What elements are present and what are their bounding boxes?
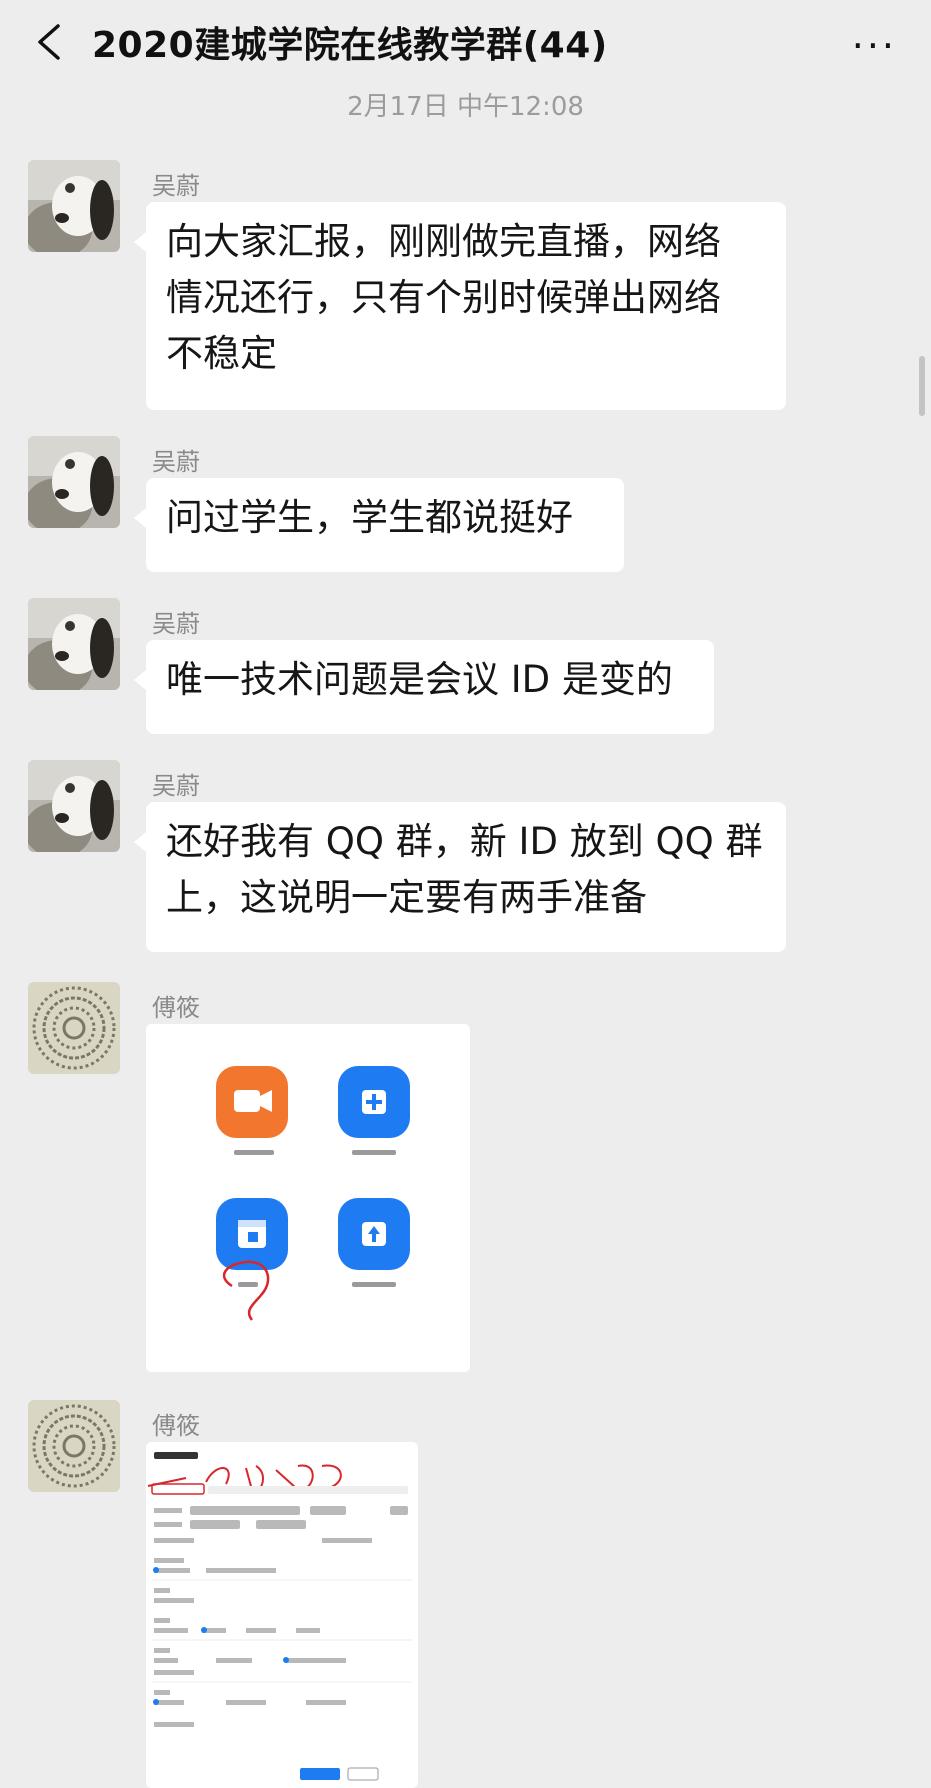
message-text: 情况还行，只有个别时候弹出网络 <box>166 276 721 319</box>
image-message[interactable] <box>146 1442 418 1788</box>
back-arrow-icon[interactable] <box>30 20 70 64</box>
message-bubble[interactable]: 向大家汇报，刚刚做完直播，网络 情况还行，只有个别时候弹出网络 不稳定 <box>134 202 786 410</box>
schedule-meeting-form-image <box>146 1442 418 1788</box>
avatar[interactable] <box>28 760 120 852</box>
chat-title: 2020建城学院在线教学群(44) <box>92 25 608 66</box>
message-text: 不稳定 <box>166 332 277 375</box>
dog-avatar-icon <box>28 598 120 690</box>
message-text: 还好我有 QQ 群，新 ID 放到 QQ 群 <box>166 820 763 863</box>
message-text: 向大家汇报，刚刚做完直播，网络 <box>166 220 721 263</box>
sender-name: 吴蔚 <box>152 610 200 638</box>
avatar[interactable] <box>28 982 120 1074</box>
dog-avatar-icon <box>28 160 120 252</box>
dog-avatar-icon <box>28 436 120 528</box>
more-options-icon[interactable]: ··· <box>852 24 897 68</box>
message-timestamp: 2月17日 中午12:08 <box>347 92 584 122</box>
scrollbar[interactable] <box>919 356 925 416</box>
sender-name: 吴蔚 <box>152 448 200 476</box>
sender-name: 傅筱 <box>152 1412 200 1440</box>
message-bubble[interactable]: 唯一技术问题是会议 ID 是变的 <box>134 640 714 734</box>
avatar[interactable] <box>28 160 120 252</box>
sender-name: 傅筱 <box>152 994 200 1022</box>
zoom-home-screenshot-image <box>146 1024 470 1372</box>
message-text: 问过学生，学生都说挺好 <box>166 496 573 539</box>
sender-name: 吴蔚 <box>152 772 200 800</box>
sender-name: 吴蔚 <box>152 172 200 200</box>
pattern-avatar-icon <box>28 1400 120 1492</box>
message-text: 唯一技术问题是会议 ID 是变的 <box>166 658 673 701</box>
message-bubble[interactable]: 还好我有 QQ 群，新 ID 放到 QQ 群 上，这说明一定要有两手准备 <box>134 802 786 952</box>
message-bubble[interactable]: 问过学生，学生都说挺好 <box>134 478 624 572</box>
pattern-avatar-icon <box>28 982 120 1074</box>
avatar[interactable] <box>28 436 120 528</box>
dog-avatar-icon <box>28 760 120 852</box>
chat-header: 2020建城学院在线教学群(44) ··· <box>0 0 931 84</box>
image-message[interactable] <box>146 1024 470 1372</box>
message-text: 上，这说明一定要有两手准备 <box>166 876 647 919</box>
avatar[interactable] <box>28 1400 120 1492</box>
avatar[interactable] <box>28 598 120 690</box>
